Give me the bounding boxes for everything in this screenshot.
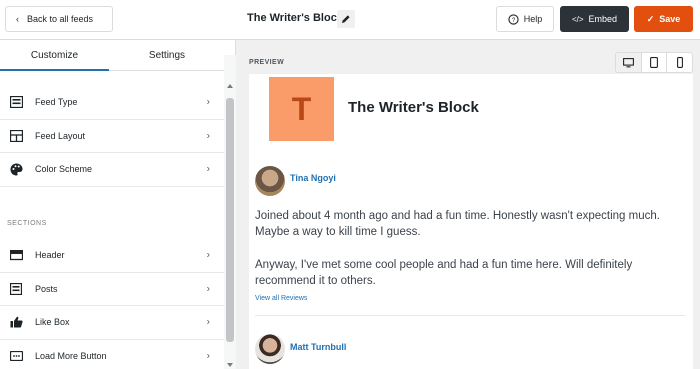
save-button[interactable]: ✓ Save — [634, 6, 693, 32]
review-paragraph: Anyway, I've met some cool people and ha… — [255, 259, 633, 287]
load-more-icon — [9, 349, 23, 363]
header-icon — [9, 248, 23, 262]
thumbs-up-icon — [9, 315, 23, 329]
sidebar-item-label: Header — [35, 250, 65, 261]
mobile-icon — [676, 57, 683, 68]
desktop-icon — [622, 57, 634, 67]
scroll-down-arrow-icon[interactable] — [227, 363, 233, 367]
posts-icon — [9, 282, 23, 296]
customizer-sidebar: Customize Settings Feed Type › Feed Layo… — [0, 40, 236, 369]
chevron-right-icon: › — [206, 350, 210, 362]
sidebar-item-label: Feed Type — [35, 97, 78, 108]
feed-title: The Writer's Block — [247, 12, 343, 24]
sidebar-item-feed-type[interactable]: Feed Type › — [0, 86, 224, 120]
tablet-icon — [650, 57, 658, 68]
preview-scrollbar[interactable] — [693, 74, 700, 369]
feed-preview: T The Writer's Block Tina Ngoyi Joined a… — [249, 74, 693, 369]
sidebar-item-posts[interactable]: Posts › — [0, 273, 224, 306]
save-label: Save — [659, 14, 681, 24]
top-bar: ‹ Back to all feeds The Writer's Block ?… — [0, 0, 700, 40]
back-button-label: Back to all feeds — [27, 14, 94, 24]
chevron-right-icon: › — [206, 283, 210, 295]
back-to-feeds-button[interactable]: ‹ Back to all feeds — [5, 6, 113, 32]
mobile-view-button[interactable] — [667, 53, 692, 72]
sidebar-item-feed-layout[interactable]: Feed Layout › — [0, 120, 224, 153]
reviewer-name[interactable]: Matt Turnbull — [290, 342, 346, 352]
question-icon: ? — [508, 13, 519, 25]
avatar — [255, 166, 285, 196]
preview-label: PREVIEW — [249, 59, 285, 66]
sidebar-item-color-scheme[interactable]: Color Scheme › — [0, 153, 224, 187]
sidebar-item-label: Feed Layout — [35, 130, 86, 141]
embed-button[interactable]: </> Embed — [560, 6, 629, 32]
device-switcher — [615, 52, 693, 73]
avatar — [255, 334, 285, 364]
svg-text:?: ? — [511, 16, 515, 23]
palette-icon — [9, 162, 23, 176]
chevron-right-icon: › — [206, 130, 210, 142]
review-paragraph: Joined about 4 month ago and had a fun t… — [255, 210, 660, 238]
sidebar-tabs: Customize Settings — [0, 40, 235, 71]
edit-title-button[interactable] — [337, 10, 355, 28]
view-all-reviews-link[interactable]: View all Reviews — [255, 295, 307, 302]
feed-settings-menu: Feed Type › Feed Layout › Color Scheme › — [0, 86, 224, 187]
tab-settings[interactable]: Settings — [109, 40, 225, 70]
sidebar-item-label: Color Scheme — [35, 164, 93, 175]
chevron-right-icon: › — [206, 163, 210, 175]
feed-logo: T — [269, 77, 334, 141]
chevron-left-icon: ‹ — [16, 14, 19, 24]
sidebar-item-load-more-button[interactable]: Load More Button › — [0, 340, 224, 369]
sidebar-scrollbar-thumb[interactable] — [226, 98, 234, 342]
sections-menu: Header › Posts › Like Box › Load More Bu… — [0, 239, 224, 369]
reviewer-name[interactable]: Tina Ngoyi — [290, 173, 336, 183]
help-button[interactable]: ? Help — [496, 6, 554, 32]
scroll-up-arrow-icon[interactable] — [227, 84, 233, 88]
sidebar-item-label: Like Box — [35, 317, 70, 328]
code-icon: </> — [571, 14, 584, 24]
chevron-right-icon: › — [206, 316, 210, 328]
desktop-view-button[interactable] — [616, 53, 642, 72]
sections-heading: SECTIONS — [7, 220, 47, 227]
checkmark-icon: ✓ — [646, 13, 655, 24]
feed-type-icon — [9, 95, 23, 109]
help-label: Help — [523, 14, 543, 24]
sidebar-item-label: Load More Button — [35, 350, 107, 361]
sidebar-item-label: Posts — [35, 283, 58, 294]
chevron-right-icon: › — [206, 249, 210, 261]
review-divider — [255, 315, 685, 316]
embed-label: Embed — [588, 14, 618, 24]
layout-icon — [9, 129, 23, 143]
sidebar-item-header[interactable]: Header › — [0, 239, 224, 273]
chevron-right-icon: › — [206, 96, 210, 108]
feed-name: The Writer's Block — [348, 99, 479, 116]
tablet-view-button[interactable] — [642, 53, 668, 72]
tab-customize[interactable]: Customize — [0, 40, 109, 71]
sidebar-item-like-box[interactable]: Like Box › — [0, 306, 224, 340]
pencil-icon — [342, 15, 350, 23]
